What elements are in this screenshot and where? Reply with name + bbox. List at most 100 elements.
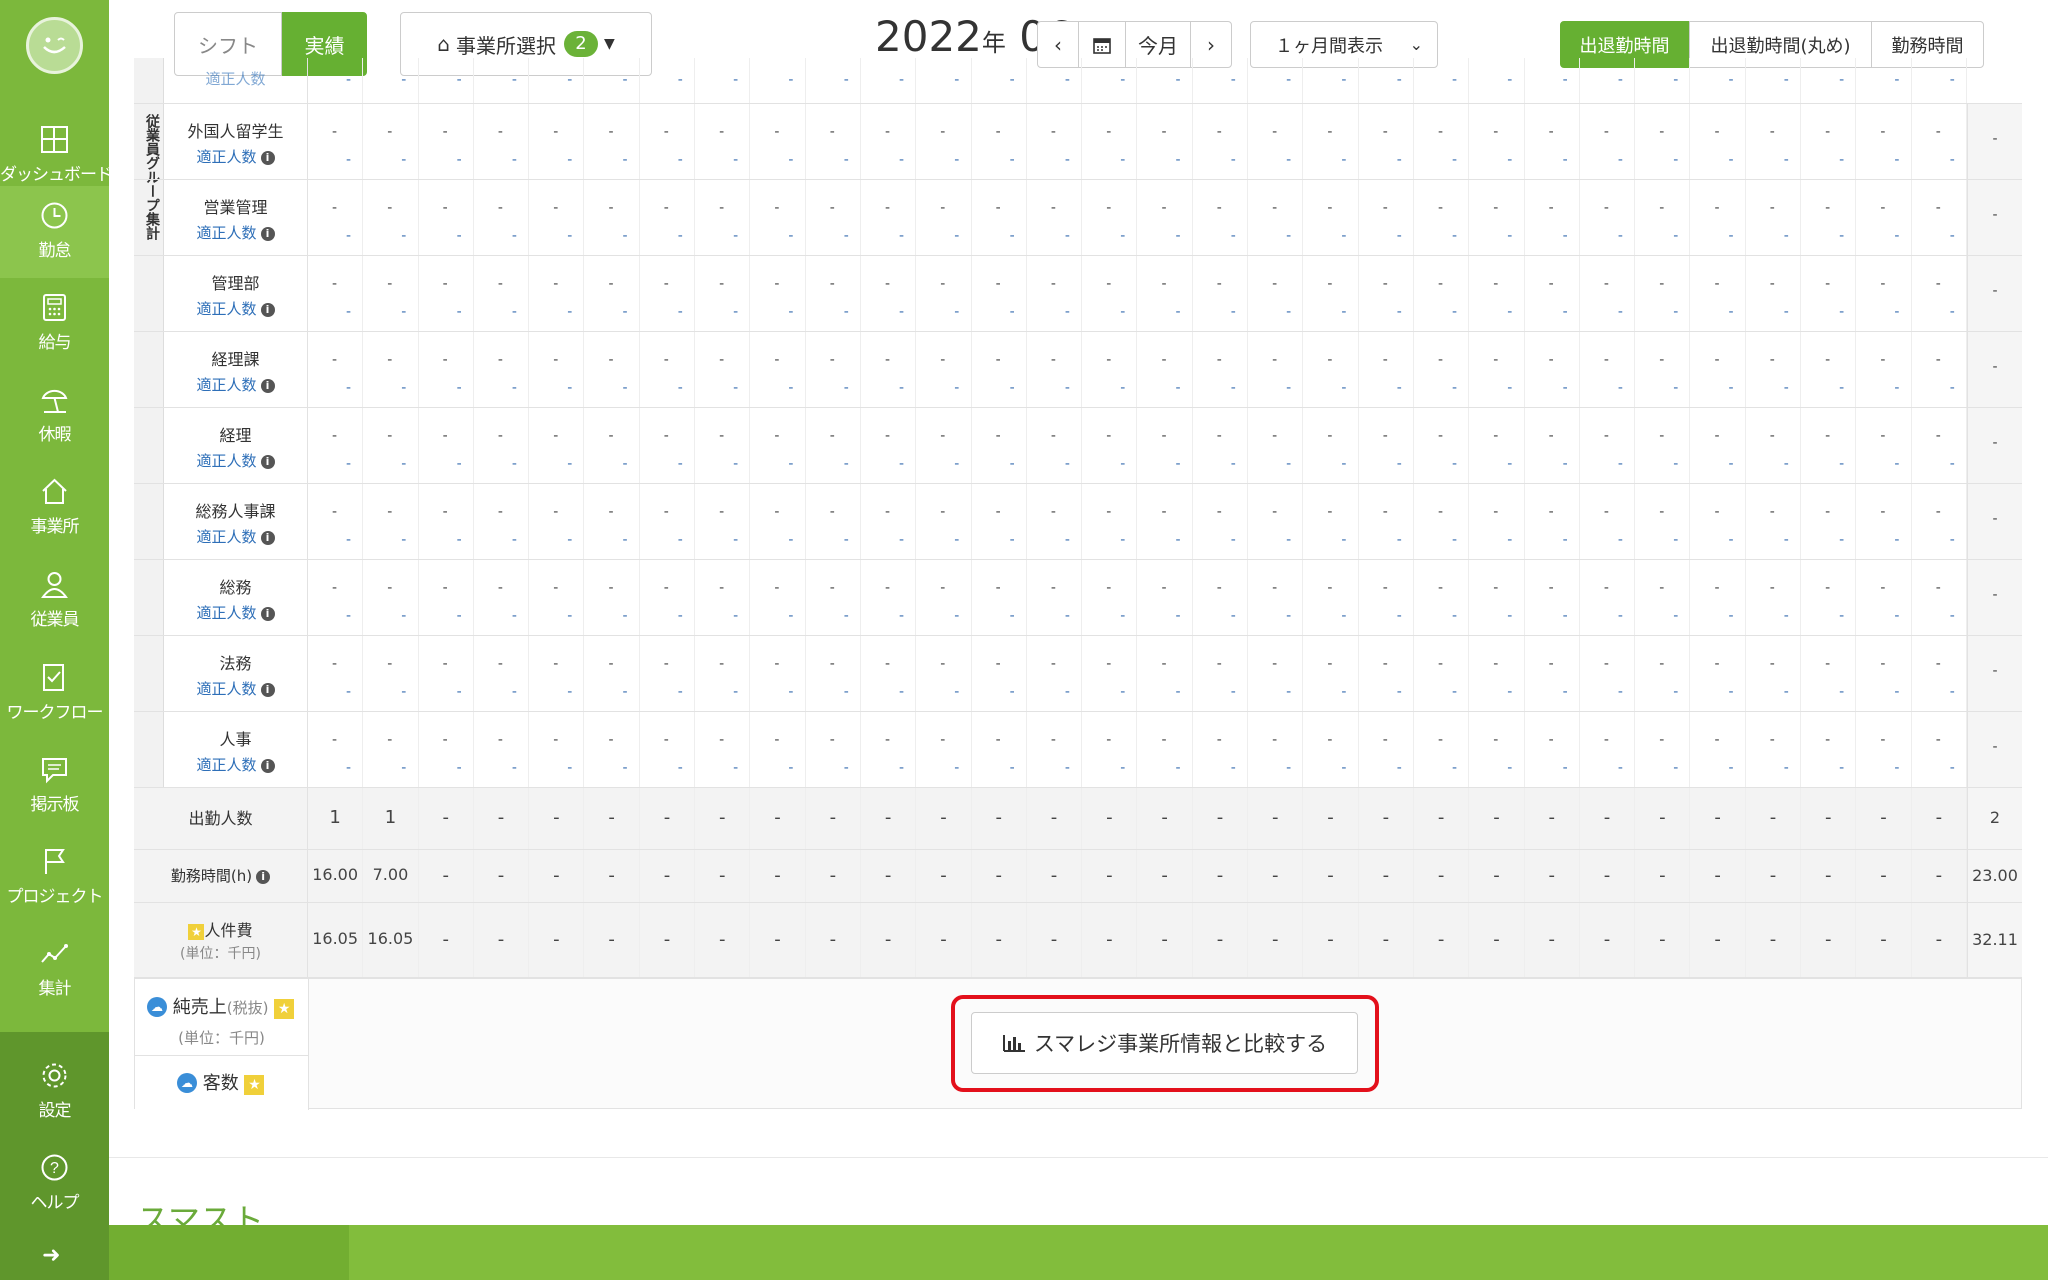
day-cell: 1: [308, 788, 364, 849]
day-cell: -: [1248, 58, 1304, 103]
day-cell: -: [474, 903, 530, 977]
proper-count-value: -: [1562, 72, 1568, 88]
day-cell: --: [1746, 636, 1802, 711]
day-cell: --: [529, 256, 585, 331]
proper-count-value: -: [899, 304, 905, 320]
count-value: -: [497, 428, 503, 444]
info-icon[interactable]: i: [260, 455, 275, 469]
proper-count-value: -: [843, 228, 849, 244]
proper-count-value: -: [1839, 152, 1845, 168]
proper-count-value: -: [1009, 532, 1015, 548]
proper-count-label[interactable]: 適正人数 i: [164, 450, 307, 471]
proper-count-label[interactable]: 適正人数 i: [164, 374, 307, 395]
compare-smaregi-button[interactable]: スマレジ事業所情報と比較する: [971, 1012, 1358, 1074]
proper-count-value: -: [346, 684, 352, 700]
count-value: -: [829, 352, 835, 368]
day-cell: --: [1027, 104, 1083, 179]
proper-count-label[interactable]: 適正人数 i: [164, 146, 307, 167]
compare-button-label: スマレジ事業所情報と比較する: [1033, 1032, 1328, 1056]
sidebar-item-office[interactable]: 事業所: [0, 462, 109, 554]
count-value: -: [1438, 732, 1444, 748]
info-icon[interactable]: i: [260, 683, 275, 697]
proper-count-value: -: [1507, 152, 1513, 168]
day-cell: -: [1082, 58, 1138, 103]
day-cell: --: [1691, 560, 1746, 635]
proper-count-value: -: [1452, 228, 1458, 244]
summary-value: -: [718, 864, 726, 886]
day-cell: -: [1580, 58, 1636, 103]
day-cell: --: [1414, 484, 1470, 559]
count-value: -: [774, 200, 780, 216]
summary-value: -: [1161, 928, 1168, 950]
day-cell: --: [1469, 332, 1525, 407]
count-value: -: [497, 124, 503, 140]
day-cell: -: [972, 788, 1027, 849]
proper-count-label[interactable]: 適正人数 i: [164, 298, 307, 319]
info-icon[interactable]: i: [260, 151, 275, 165]
day-cell: --: [861, 484, 917, 559]
count-value: -: [387, 428, 393, 444]
day-cell: --: [806, 180, 861, 255]
proper-count-value: -: [1949, 72, 1955, 88]
count-value: -: [940, 504, 946, 520]
sidebar-item-board[interactable]: 掲示板: [0, 740, 109, 832]
day-cell: --: [1856, 408, 1912, 483]
sidebar-item-employees[interactable]: 従業員: [0, 555, 109, 647]
count-value: -: [1382, 352, 1388, 368]
sidebar-item-help[interactable]: ? ヘルプ: [0, 1138, 109, 1230]
proper-count-value: -: [1341, 608, 1347, 624]
total-value: -: [1992, 131, 1998, 147]
sidebar-item-attendance[interactable]: 勤怠: [0, 186, 109, 278]
day-cell: -: [1691, 850, 1746, 902]
count-value: -: [1106, 200, 1112, 216]
expand-sidebar-arrow-icon[interactable]: ➜: [42, 1243, 60, 1268]
count-value: -: [829, 276, 835, 292]
logo[interactable]: [26, 17, 83, 74]
proper-count-value: -: [1673, 380, 1679, 396]
info-icon[interactable]: i: [260, 303, 275, 317]
proper-count-label[interactable]: 適正人数: [164, 68, 307, 89]
day-cell: -: [640, 788, 696, 849]
proper-count-value: -: [456, 228, 462, 244]
summary-value: -: [774, 864, 781, 886]
sidebar-item-project[interactable]: プロジェクト: [0, 832, 109, 924]
proper-count-value: -: [622, 608, 628, 624]
info-icon[interactable]: i: [260, 227, 275, 241]
proper-count-value: -: [1949, 380, 1955, 396]
proper-count-label[interactable]: 適正人数 i: [164, 678, 307, 699]
info-icon[interactable]: i: [260, 759, 275, 773]
proper-count-value: -: [1396, 760, 1402, 776]
count-value: -: [442, 352, 448, 368]
proper-count-value: -: [1452, 760, 1458, 776]
info-icon[interactable]: i: [260, 531, 275, 545]
count-value: -: [1825, 352, 1831, 368]
day-cell: -: [1580, 903, 1636, 977]
count-value: -: [1548, 200, 1554, 216]
summary-value: -: [1271, 928, 1279, 950]
day-cell: --: [1580, 712, 1636, 787]
count-value: -: [774, 732, 780, 748]
info-icon[interactable]: i: [260, 379, 275, 393]
summary-value: -: [1493, 864, 1500, 886]
info-icon[interactable]: i: [260, 607, 275, 621]
sidebar-item-analytics[interactable]: 集計: [0, 924, 109, 1016]
proper-count-value: -: [677, 152, 683, 168]
proper-count-value: -: [733, 760, 739, 776]
proper-count-label[interactable]: 適正人数 i: [164, 222, 307, 243]
proper-count-value: -: [1009, 304, 1015, 320]
day-cell: --: [308, 104, 364, 179]
info-icon[interactable]: i: [256, 870, 271, 884]
sidebar-item-settings[interactable]: 設定: [0, 1046, 109, 1138]
day-cell: --: [474, 560, 530, 635]
day-cell: --: [363, 180, 419, 255]
proper-count-label[interactable]: 適正人数 i: [164, 526, 307, 547]
sidebar-item-payroll[interactable]: 給与: [0, 278, 109, 370]
proper-count-label[interactable]: 適正人数 i: [164, 602, 307, 623]
count-value: -: [497, 656, 503, 672]
count-value: -: [885, 732, 891, 748]
proper-count-label[interactable]: 適正人数 i: [164, 754, 307, 775]
sidebar-item-leave[interactable]: 休暇: [0, 370, 109, 462]
day-cell: --: [695, 636, 751, 711]
sidebar-item-workflow[interactable]: ワークフロー: [0, 648, 109, 740]
day-cell: --: [1469, 104, 1525, 179]
